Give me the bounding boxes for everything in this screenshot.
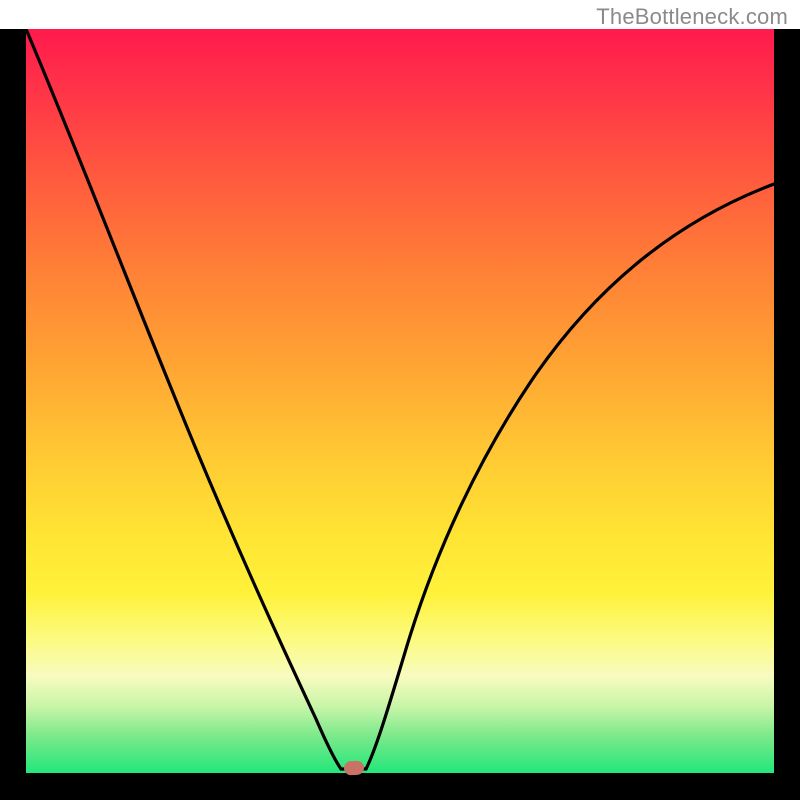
- chart-frame: [0, 29, 800, 800]
- minimum-marker: [344, 760, 365, 775]
- curve-left-branch: [26, 29, 341, 769]
- curve-right-branch: [366, 184, 774, 769]
- chart-container: TheBottleneck.com: [0, 0, 800, 800]
- bottleneck-curve: [26, 29, 774, 773]
- attribution-text: TheBottleneck.com: [596, 4, 788, 30]
- plot-area: [26, 29, 774, 773]
